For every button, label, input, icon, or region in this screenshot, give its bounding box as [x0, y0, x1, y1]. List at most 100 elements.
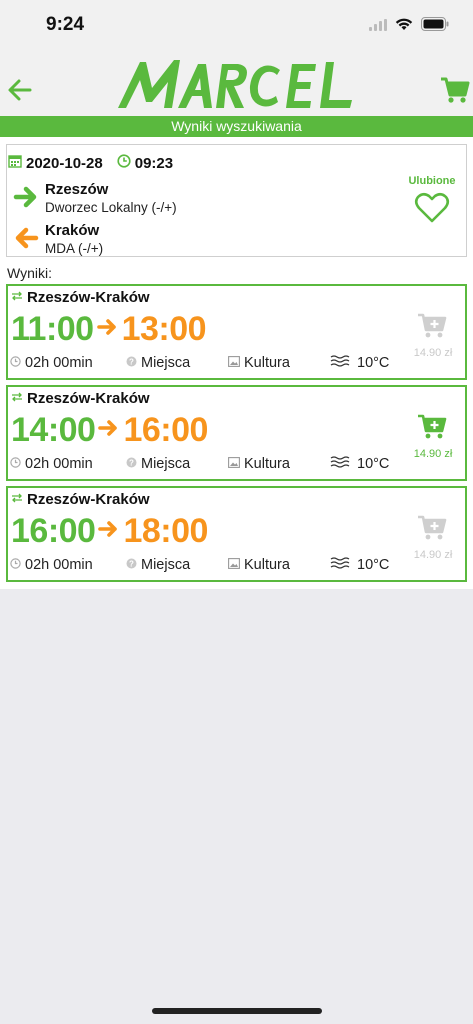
arrival-time: 13:00	[121, 309, 207, 348]
duration: 02h 00min	[25, 355, 93, 371]
seats-info[interactable]: ? Miejsca	[126, 353, 190, 373]
departure-time: 14:00	[11, 410, 96, 449]
image-icon	[228, 456, 240, 472]
arrival-time: 16:00	[123, 410, 208, 449]
buy-button[interactable]: 14.90 zł	[407, 312, 459, 359]
swap-icon	[11, 288, 23, 306]
status-bar: 9:24	[0, 0, 473, 50]
seats: Miejsca	[141, 557, 191, 573]
seats-info[interactable]: ? Miejsca	[126, 555, 190, 575]
search-date: 2020-10-28	[26, 154, 103, 172]
price: 14.90 zł	[413, 448, 453, 460]
buy-button[interactable]: 14.90 zł	[407, 413, 459, 460]
arrival-time: 18:00	[123, 511, 208, 550]
departure-time: 16:00	[11, 511, 96, 550]
seats: Miejsca	[141, 355, 191, 371]
temperature: 10°C	[357, 355, 390, 371]
logo-graphic	[118, 60, 352, 108]
temperature-info: 10°C	[330, 454, 389, 474]
to-city: Kraków	[45, 222, 100, 239]
status-time: 9:24	[46, 14, 85, 35]
svg-text:?: ?	[129, 560, 134, 569]
to-location: Kraków MDA (-/+)	[13, 222, 103, 258]
favorite-label: Ulubione	[408, 175, 456, 187]
marcel-logo	[112, 54, 362, 114]
arrow-right-icon	[96, 318, 119, 341]
waves-icon	[330, 355, 350, 371]
cart-icon	[441, 77, 470, 103]
cart-button[interactable]	[439, 74, 471, 106]
cart-plus-icon	[417, 515, 449, 546]
temperature: 10°C	[357, 456, 390, 472]
clock-icon	[117, 153, 131, 173]
search-time: 09:23	[134, 154, 174, 172]
result-card[interactable]: Rzeszów-Kraków 11:00 13:00 02h 00min ? M…	[6, 284, 467, 380]
back-button[interactable]	[6, 76, 34, 104]
swap-icon	[11, 490, 23, 508]
culture: Kultura	[244, 355, 290, 371]
from-city: Rzeszów	[45, 181, 109, 198]
date-time-row: 2020-10-28 09:23	[7, 153, 173, 173]
image-icon	[228, 557, 240, 573]
duration-info: 02h 00min	[10, 353, 93, 373]
route-name: Rzeszów-Kraków	[27, 389, 150, 407]
duration-info: 02h 00min	[10, 454, 93, 474]
results-label: Wyniki:	[7, 265, 52, 281]
calendar-icon	[8, 154, 22, 173]
culture-info[interactable]: Kultura	[228, 454, 290, 474]
status-icons	[369, 17, 449, 36]
duration: 02h 00min	[25, 456, 93, 472]
battery-icon	[421, 17, 449, 36]
culture-info[interactable]: Kultura	[228, 353, 290, 373]
svg-text:?: ?	[129, 459, 134, 468]
back-arrow-icon	[8, 79, 32, 101]
culture: Kultura	[244, 557, 290, 573]
question-icon: ?	[126, 355, 137, 371]
duration-info: 02h 00min	[10, 555, 93, 575]
from-stop: Dworzec Lokalny (-/+)	[45, 200, 177, 215]
svg-text:?: ?	[129, 358, 134, 367]
arrow-right-icon	[98, 520, 120, 543]
seats-info[interactable]: ? Miejsca	[126, 454, 190, 474]
cart-plus-icon	[417, 313, 449, 344]
search-summary: 2020-10-28 09:23 Rzeszów Dworzec Lokalny…	[6, 144, 467, 257]
image-icon	[228, 355, 240, 371]
wifi-icon	[395, 18, 413, 36]
route-name: Rzeszów-Kraków	[27, 490, 150, 508]
signal-icon	[369, 18, 387, 36]
route-name: Rzeszów-Kraków	[27, 288, 150, 306]
clock-icon	[10, 557, 21, 573]
temperature-info: 10°C	[330, 555, 389, 575]
result-card[interactable]: Rzeszów-Kraków 14:00 16:00 02h 00min ? M…	[6, 385, 467, 481]
temperature-info: 10°C	[330, 353, 389, 373]
arrow-left-icon	[13, 226, 39, 255]
nav-bar	[0, 50, 473, 116]
price: 14.90 zł	[413, 347, 453, 359]
result-card[interactable]: Rzeszów-Kraków 16:00 18:00 02h 00min ? M…	[6, 486, 467, 582]
content-area: 2020-10-28 09:23 Rzeszów Dworzec Lokalny…	[0, 137, 473, 589]
price: 14.90 zł	[413, 549, 453, 561]
arrow-right-icon	[98, 419, 120, 442]
page-title-bar: Wyniki wyszukiwania	[0, 116, 473, 137]
seats: Miejsca	[141, 456, 191, 472]
favorite-button[interactable]: Ulubione	[404, 175, 460, 229]
arrow-right-icon	[13, 185, 39, 214]
culture-info[interactable]: Kultura	[228, 555, 290, 575]
heart-icon	[414, 192, 450, 228]
departure-time: 11:00	[11, 309, 94, 348]
from-location: Rzeszów Dworzec Lokalny (-/+)	[13, 181, 177, 217]
cart-plus-icon	[417, 414, 449, 445]
duration: 02h 00min	[25, 557, 93, 573]
waves-icon	[330, 557, 350, 573]
clock-icon	[10, 456, 21, 472]
question-icon: ?	[126, 456, 137, 472]
home-indicator[interactable]	[152, 1008, 322, 1014]
clock-icon	[10, 355, 21, 371]
swap-icon	[11, 389, 23, 407]
waves-icon	[330, 456, 350, 472]
buy-button[interactable]: 14.90 zł	[407, 514, 459, 561]
to-stop: MDA (-/+)	[45, 241, 104, 256]
question-icon: ?	[126, 557, 137, 573]
culture: Kultura	[244, 456, 290, 472]
temperature: 10°C	[357, 557, 390, 573]
